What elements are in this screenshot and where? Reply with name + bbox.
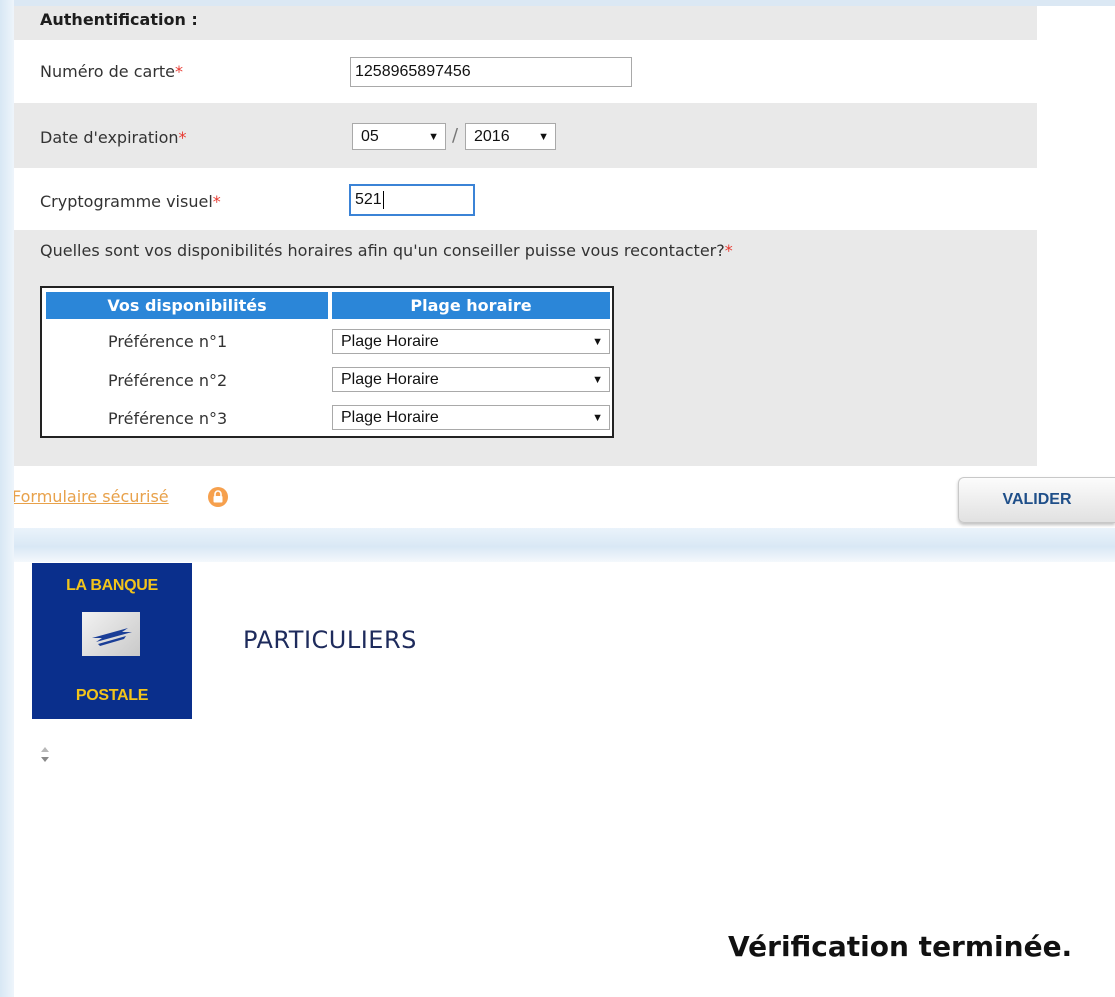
cvv-label: Cryptogramme visuel* bbox=[40, 192, 221, 211]
expiration-month-select[interactable]: 05 ▼ bbox=[352, 123, 446, 150]
availability-question: Quelles sont vos disponibilités horaires… bbox=[40, 241, 733, 260]
date-separator: / bbox=[452, 125, 459, 146]
expiration-label: Date d'expiration* bbox=[40, 128, 187, 147]
preference-3-select[interactable]: Plage Horaire ▼ bbox=[332, 405, 610, 430]
lock-icon bbox=[208, 487, 228, 507]
dropdown-arrow-icon: ▼ bbox=[428, 130, 439, 143]
preference-1-select[interactable]: Plage Horaire ▼ bbox=[332, 329, 610, 354]
required-mark: * bbox=[212, 192, 221, 211]
table-header-time-slot: Plage horaire bbox=[332, 292, 610, 319]
preference-label: Préférence n°2 bbox=[108, 371, 228, 390]
dropdown-arrow-icon: ▼ bbox=[592, 335, 603, 348]
text-cursor bbox=[382, 191, 384, 209]
dropdown-arrow-icon: ▼ bbox=[538, 130, 549, 143]
bird-icon bbox=[82, 612, 140, 656]
dropdown-arrow-icon: ▼ bbox=[592, 411, 603, 424]
separator-band bbox=[0, 528, 1115, 562]
spinner-icon[interactable] bbox=[38, 744, 52, 766]
cvv-input[interactable]: 521 bbox=[349, 184, 475, 216]
required-mark: * bbox=[175, 62, 184, 81]
validate-button[interactable]: VALIDER bbox=[958, 477, 1115, 523]
card-number-label: Numéro de carte* bbox=[40, 62, 184, 81]
required-mark: * bbox=[178, 128, 187, 147]
preference-label: Préférence n°1 bbox=[108, 332, 228, 351]
la-banque-postale-logo: LA BANQUE POSTALE bbox=[32, 563, 192, 719]
expiration-year-select[interactable]: 2016 ▼ bbox=[465, 123, 556, 150]
table-header-availability: Vos disponibilités bbox=[46, 292, 328, 319]
availability-table: Vos disponibilités Plage horaire Préfére… bbox=[40, 286, 614, 438]
section-title: PARTICULIERS bbox=[243, 626, 417, 654]
required-mark: * bbox=[724, 241, 733, 260]
form-title: Authentification : bbox=[40, 10, 198, 29]
dropdown-arrow-icon: ▼ bbox=[592, 373, 603, 386]
verification-status: Vérification terminée. bbox=[728, 930, 1073, 963]
secure-form-link[interactable]: Formulaire sécurisé bbox=[12, 487, 169, 506]
preference-label: Préférence n°3 bbox=[108, 409, 228, 428]
left-edge bbox=[0, 0, 14, 997]
preference-2-select[interactable]: Plage Horaire ▼ bbox=[332, 367, 610, 392]
card-number-input[interactable]: 1258965897456 bbox=[350, 57, 632, 87]
